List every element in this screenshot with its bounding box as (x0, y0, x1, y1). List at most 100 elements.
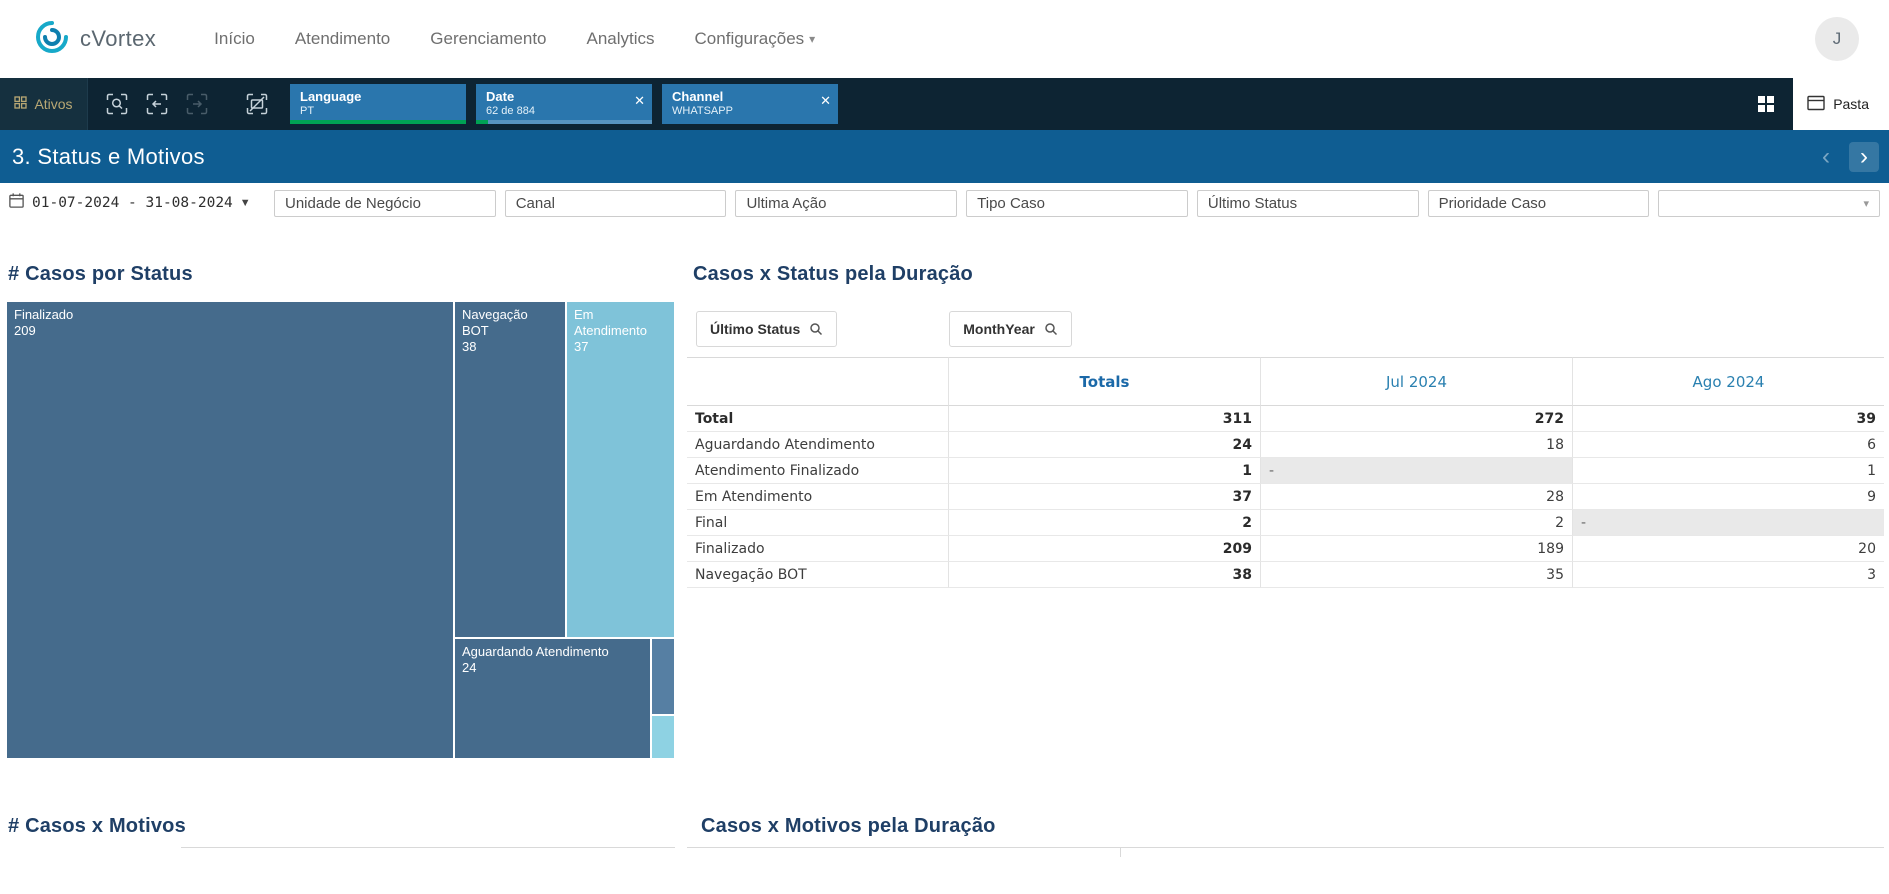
chevron-down-icon: ▾ (809, 32, 815, 46)
main-menu: Início Atendimento Gerenciamento Analyti… (214, 29, 815, 49)
cell-aguardando-ago: 6 (1572, 432, 1884, 458)
date-range-picker[interactable]: 01-07-2024 - 31-08-2024 ▼ (8, 192, 266, 214)
row-label-total[interactable]: Total (687, 406, 948, 432)
app-window: cVortex Início Atendimento Gerenciamento… (0, 0, 1889, 894)
column-header-jul-2024[interactable]: Jul 2024 (1260, 357, 1572, 406)
filter-empty-select[interactable]: ▾ (1658, 190, 1880, 217)
tab-ativos[interactable]: Ativos (0, 78, 88, 130)
selection-chip-language[interactable]: Language PT (290, 84, 466, 124)
pivot-controls: Último Status MonthYear (687, 311, 1884, 347)
filter-tipo-caso[interactable]: Tipo Caso (966, 190, 1188, 217)
row-label-final[interactable]: Final (687, 510, 948, 536)
column-dimension-button[interactable]: MonthYear (949, 311, 1072, 347)
chip-value: PT (300, 105, 442, 118)
cell-finalizado-totals: 209 (948, 536, 1260, 562)
row-label-aguardando-atendimento[interactable]: Aguardando Atendimento (687, 432, 948, 458)
motivos-pivot-top-edge (687, 847, 1884, 848)
close-icon[interactable]: ✕ (820, 93, 831, 109)
step-forward-icon[interactable] (180, 87, 214, 121)
row-dimension-button[interactable]: Último Status (696, 311, 837, 347)
app-grid-icon[interactable] (1757, 95, 1775, 113)
cell-atend-finalizado-ago: 1 (1572, 458, 1884, 484)
pivot-header-corner (687, 357, 948, 406)
row-label-em-atendimento[interactable]: Em Atendimento (687, 484, 948, 510)
cell-em-atendimento-totals: 37 (948, 484, 1260, 510)
close-icon[interactable]: ✕ (634, 93, 645, 109)
tab-ativos-label: Ativos (34, 96, 72, 112)
cell-finalizado-jul: 189 (1260, 536, 1572, 562)
chip-value: WHATSAPP (672, 105, 814, 118)
treemap-block-navegacao-bot[interactable]: Navegação BOT 38 (454, 301, 566, 638)
filter-unidade-negocio[interactable]: Unidade de Negócio (274, 190, 496, 217)
menu-item-analytics[interactable]: Analytics (587, 29, 655, 49)
next-sheet-icon[interactable]: › (1849, 142, 1879, 172)
clear-selections-icon[interactable] (240, 87, 274, 121)
cell-finalizado-ago: 20 (1572, 536, 1884, 562)
treemap-block-aguardando-atendimento[interactable]: Aguardando Atendimento 24 (454, 638, 651, 759)
chevron-down-icon: ▾ (1864, 197, 1870, 210)
cell-total-ago: 39 (1572, 406, 1884, 432)
filter-ultimo-status[interactable]: Último Status (1197, 190, 1419, 217)
cell-em-atendimento-jul: 28 (1260, 484, 1572, 510)
previous-sheet-icon[interactable]: ‹ (1811, 142, 1841, 172)
selection-tools (100, 87, 274, 121)
cell-aguardando-totals: 24 (948, 432, 1260, 458)
selections-search-icon[interactable] (100, 87, 134, 121)
menu-item-configuracoes[interactable]: Configurações ▾ (695, 29, 816, 49)
treemap-block-final[interactable] (651, 638, 675, 715)
cell-total-jul: 272 (1260, 406, 1572, 432)
user-avatar[interactable]: J (1815, 17, 1859, 61)
sheet-header: 3. Status e Motivos ‹ › (0, 130, 1889, 183)
cell-atend-finalizado-totals: 1 (948, 458, 1260, 484)
search-icon (1044, 322, 1058, 336)
treemap-block-em-atendimento[interactable]: Em Atendimento 37 (566, 301, 675, 638)
chevron-down-icon: ▼ (240, 197, 251, 209)
row-label-atendimento-finalizado[interactable]: Atendimento Finalizado (687, 458, 948, 484)
top-nav: cVortex Início Atendimento Gerenciamento… (0, 0, 1889, 78)
motivos-pivot-column-divider (1120, 847, 1121, 857)
cell-final-ago: - (1572, 510, 1884, 536)
chip-title: Language (300, 89, 442, 105)
selection-progress-bar (476, 120, 652, 124)
menu-item-gerenciamento[interactable]: Gerenciamento (430, 29, 546, 49)
sheet-selector-button[interactable]: Pasta (1793, 78, 1889, 130)
cell-em-atendimento-ago: 9 (1572, 484, 1884, 510)
selection-progress-bar (290, 120, 466, 124)
row-label-finalizado[interactable]: Finalizado (687, 536, 948, 562)
selection-chip-channel[interactable]: Channel WHATSAPP ✕ (662, 84, 838, 124)
sheet-selector-label: Pasta (1833, 96, 1869, 112)
selections-bar: Ativos (0, 78, 1889, 130)
treemap-title: # Casos por Status (8, 263, 193, 286)
menu-item-atendimento[interactable]: Atendimento (295, 29, 390, 49)
brand[interactable]: cVortex (34, 19, 156, 60)
pivot-title: Casos x Status pela Duração (693, 263, 973, 286)
sheet-icon (1807, 95, 1825, 114)
column-header-ago-2024[interactable]: Ago 2024 (1572, 357, 1884, 406)
selection-chip-date[interactable]: Date 62 de 884 ✕ (476, 84, 652, 124)
filter-canal[interactable]: Canal (505, 190, 727, 217)
chip-title: Channel (672, 89, 814, 105)
sheet-content: # Casos por Status Casos x Status pela D… (0, 223, 1889, 894)
motivos-chart-top-edge (181, 847, 675, 848)
filter-prioridade-caso[interactable]: Prioridade Caso (1428, 190, 1650, 217)
cell-total-totals: 311 (948, 406, 1260, 432)
sheet-navigation: ‹ › (1811, 142, 1879, 172)
treemap-block-finalizado[interactable]: Finalizado 209 (6, 301, 454, 759)
brand-name: cVortex (80, 26, 156, 52)
selections-bar-right: Pasta (1757, 78, 1889, 130)
filter-fields: Unidade de Negócio Canal Ultima Ação Tip… (274, 190, 1889, 217)
cell-aguardando-jul: 18 (1260, 432, 1572, 458)
brand-logo-icon (34, 19, 70, 60)
status-treemap: Finalizado 209 Navegação BOT 38 Em Atend… (6, 301, 675, 759)
chip-title: Date (486, 89, 628, 105)
row-label-navegacao-bot[interactable]: Navegação BOT (687, 562, 948, 588)
menu-item-inicio[interactable]: Início (214, 29, 255, 49)
filter-ultima-acao[interactable]: Ultima Ação (735, 190, 957, 217)
column-header-totals[interactable]: Totals (948, 357, 1260, 406)
pivot-table: Totals Jul 2024 Ago 2024 Total 311 272 3… (687, 357, 1884, 588)
motivos-title: # Casos x Motivos (8, 815, 186, 838)
date-range-value: 01-07-2024 - 31-08-2024 (32, 195, 233, 211)
treemap-block-atendimento-finalizado[interactable] (651, 715, 675, 759)
status-pivot: Último Status MonthYear Totals Jul 2024 (687, 311, 1884, 588)
step-back-icon[interactable] (140, 87, 174, 121)
